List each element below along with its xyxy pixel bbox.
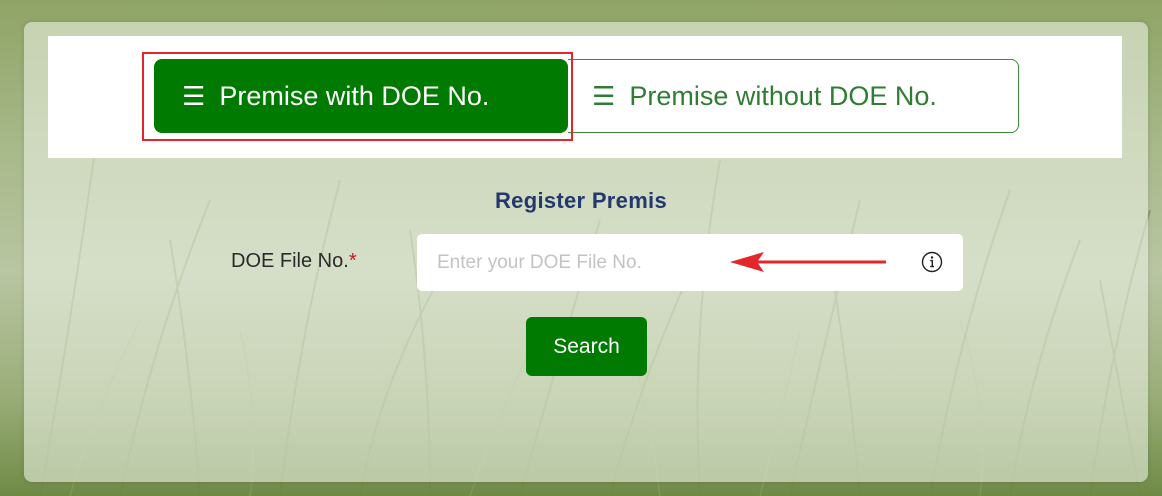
tab-premise-without-doe-label: Premise without DOE No. [629, 80, 937, 111]
search-button[interactable]: Search [526, 317, 647, 376]
doe-file-input[interactable] [417, 234, 897, 291]
doe-file-label: DOE File No.* [231, 250, 357, 273]
tab-premise-without-doe[interactable]: ☰ Premise without DOE No. [568, 59, 1019, 133]
info-icon[interactable] [921, 251, 943, 273]
doe-file-label-text: DOE File No. [231, 250, 349, 272]
list-icon: ☰ [592, 80, 616, 111]
list-icon: ☰ [182, 80, 206, 111]
tab-premise-with-doe-label: Premise with DOE No. [219, 80, 490, 111]
tab-premise-with-doe[interactable]: ☰ Premise with DOE No. [154, 59, 568, 133]
doe-file-input-wrapper [417, 234, 963, 291]
form-title: Register Premis [494, 188, 668, 213]
required-asterisk: * [348, 250, 357, 272]
